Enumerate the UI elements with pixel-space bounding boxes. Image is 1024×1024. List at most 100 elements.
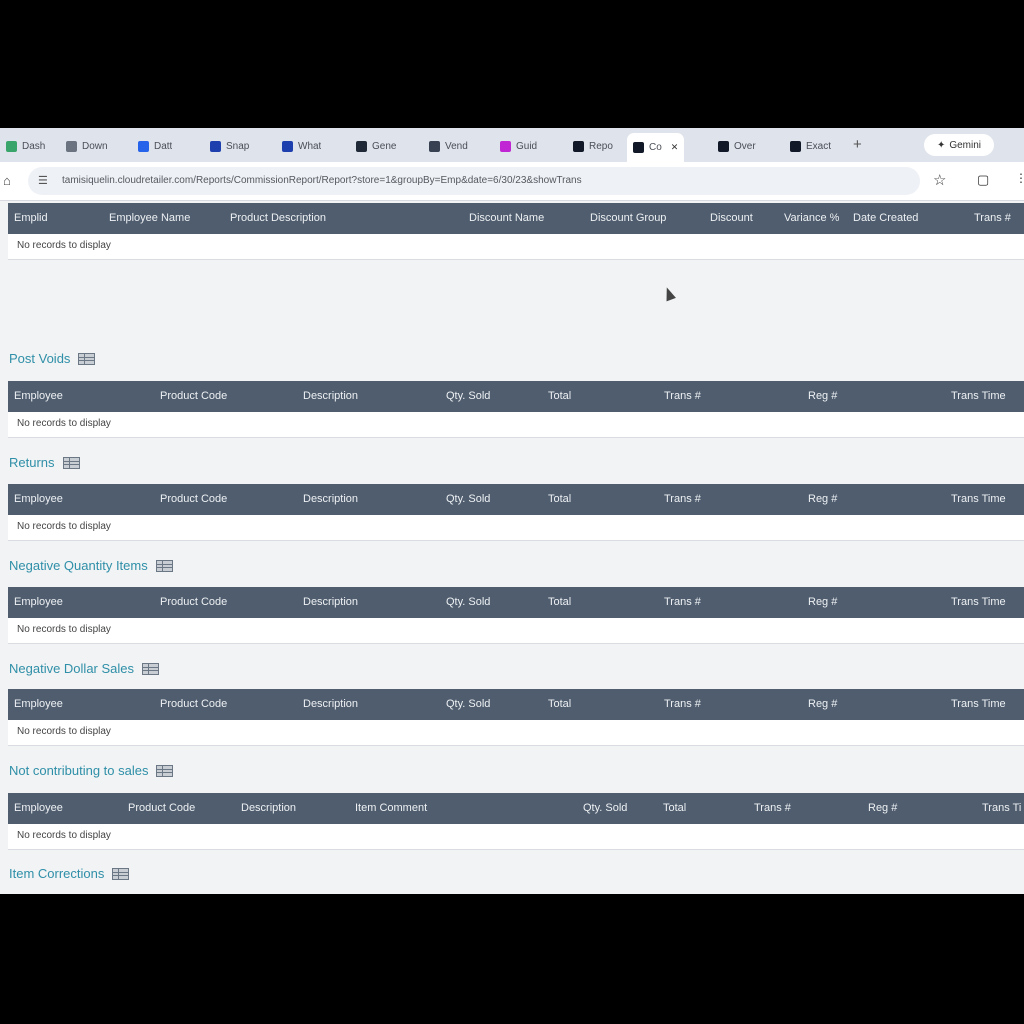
empty-row: No records to display: [8, 618, 1024, 644]
column-header[interactable]: Trans #: [974, 212, 1011, 224]
empty-message: No records to display: [17, 726, 111, 737]
grid-view-icon[interactable]: [155, 559, 173, 572]
grid-view-icon[interactable]: [156, 764, 174, 777]
column-header[interactable]: Trans #: [664, 390, 701, 402]
star-icon[interactable]: ☆: [933, 171, 946, 189]
browser-tab-9[interactable]: Co ✕: [627, 133, 685, 162]
gemini-button[interactable]: ✦ Gemini: [924, 134, 994, 156]
column-header[interactable]: Reg #: [808, 596, 837, 608]
column-header[interactable]: Discount: [710, 212, 753, 224]
grid-header: Employee Product Code Description Qty. Sold…: [8, 381, 1024, 412]
browser-tab-2[interactable]: Datt: [138, 135, 172, 157]
tab-label: Dash: [22, 140, 46, 152]
tab-label: Repo: [589, 140, 613, 152]
favicon-icon: [356, 140, 367, 152]
column-header[interactable]: Discount Group: [590, 212, 666, 224]
column-header[interactable]: Trans #: [754, 802, 791, 814]
grid-view-icon[interactable]: [78, 352, 96, 365]
column-header[interactable]: Trans #: [664, 493, 701, 505]
kebab-menu-icon[interactable]: ⋮: [1015, 171, 1024, 185]
column-header[interactable]: Total: [663, 802, 686, 814]
browser-tab-5[interactable]: Gene: [356, 135, 396, 157]
grid-view-icon[interactable]: [142, 662, 160, 675]
browser-tab-0[interactable]: Dash: [6, 135, 45, 157]
address-bar[interactable]: ☰ tamisiquelin.cloudretailer.com/Reports…: [28, 167, 920, 195]
close-icon[interactable]: ✕: [671, 142, 679, 153]
column-header[interactable]: Product Code: [160, 698, 227, 710]
browser-tab-8[interactable]: Repo: [573, 135, 613, 157]
browser-tab-3[interactable]: Snap: [210, 135, 249, 157]
browser-tab-6[interactable]: Vend: [429, 135, 468, 157]
column-header[interactable]: Employee Name: [109, 212, 190, 224]
column-header[interactable]: Employee: [14, 596, 63, 608]
column-header[interactable]: Reg #: [808, 698, 837, 710]
grid-view-icon[interactable]: [112, 867, 130, 880]
section-title-text: Negative Quantity Items: [9, 558, 148, 573]
column-header[interactable]: Description: [303, 390, 358, 402]
column-header[interactable]: Qty. Sold: [446, 698, 490, 710]
grid-header: Emplid Employee Name Product Description Di…: [8, 203, 1024, 234]
column-header[interactable]: Trans Time: [951, 698, 1006, 710]
column-header[interactable]: Total: [548, 698, 571, 710]
section-title-text: Not contributing to sales: [9, 763, 149, 778]
favicon-icon: [138, 140, 149, 152]
column-header[interactable]: Trans #: [664, 698, 701, 710]
column-header[interactable]: Employee: [14, 698, 63, 710]
section-title: Negative Dollar Sales: [9, 661, 160, 676]
column-header[interactable]: Description: [303, 493, 358, 505]
column-header[interactable]: Product Code: [160, 390, 227, 402]
favicon-icon: [429, 140, 440, 152]
gemini-label: Gemini: [949, 139, 982, 151]
section-title-text: Returns: [9, 455, 55, 470]
section-title: Negative Quantity Items: [9, 558, 173, 573]
tab-label: Datt: [154, 140, 173, 152]
tune-icon[interactable]: ☰: [38, 174, 48, 187]
browser-tab-4[interactable]: What: [282, 135, 321, 157]
column-header[interactable]: Employee: [14, 802, 63, 814]
column-header[interactable]: Discount Name: [469, 212, 544, 224]
grid-header: Employee Product Code Description Qty. Sold…: [8, 484, 1024, 515]
empty-row: No records to display: [8, 720, 1024, 746]
column-header[interactable]: Description: [303, 698, 358, 710]
column-header[interactable]: Total: [548, 390, 571, 402]
column-header[interactable]: Qty. Sold: [446, 390, 490, 402]
column-header[interactable]: Reg #: [808, 390, 837, 402]
url-text[interactable]: tamisiquelin.cloudretailer.com/Reports/C…: [62, 175, 902, 186]
column-header[interactable]: Variance %: [784, 212, 839, 224]
empty-message: No records to display: [17, 240, 111, 251]
favicon-icon: [66, 140, 77, 152]
column-header[interactable]: Trans Time: [951, 596, 1006, 608]
column-header[interactable]: Employee: [14, 493, 63, 505]
empty-row: No records to display: [8, 234, 1024, 260]
tab-label: Snap: [226, 140, 250, 152]
column-header[interactable]: Product Code: [160, 493, 227, 505]
column-header[interactable]: Emplid: [14, 212, 48, 224]
column-header[interactable]: Qty. Sold: [583, 802, 627, 814]
column-header[interactable]: Total: [548, 493, 571, 505]
column-header[interactable]: Trans Time: [951, 493, 1006, 505]
grid-view-icon[interactable]: [62, 456, 80, 469]
column-header[interactable]: Employee: [14, 390, 63, 402]
column-header[interactable]: Reg #: [808, 493, 837, 505]
column-header[interactable]: Date Created: [853, 212, 918, 224]
column-header[interactable]: Trans Ti: [982, 802, 1021, 814]
column-header[interactable]: Trans #: [664, 596, 701, 608]
column-header[interactable]: Qty. Sold: [446, 493, 490, 505]
column-header[interactable]: Product Code: [160, 596, 227, 608]
browser-tab-7[interactable]: Guid: [500, 135, 537, 157]
column-header[interactable]: Product Description: [230, 212, 326, 224]
new-tab-button[interactable]: +: [853, 136, 862, 153]
column-header[interactable]: Product Code: [128, 802, 195, 814]
browser-tab-11[interactable]: Exact: [790, 135, 831, 157]
column-header[interactable]: Total: [548, 596, 571, 608]
browser-tab-10[interactable]: Over: [718, 135, 756, 157]
column-header[interactable]: Description: [303, 596, 358, 608]
column-header[interactable]: Trans Time: [951, 390, 1006, 402]
browser-tab-1[interactable]: Down: [66, 135, 108, 157]
side-panel-icon[interactable]: ▢: [977, 172, 989, 188]
column-header[interactable]: Reg #: [868, 802, 897, 814]
home-icon[interactable]: ⌂: [3, 173, 11, 188]
column-header[interactable]: Description: [241, 802, 296, 814]
column-header[interactable]: Item Comment: [355, 802, 427, 814]
column-header[interactable]: Qty. Sold: [446, 596, 490, 608]
